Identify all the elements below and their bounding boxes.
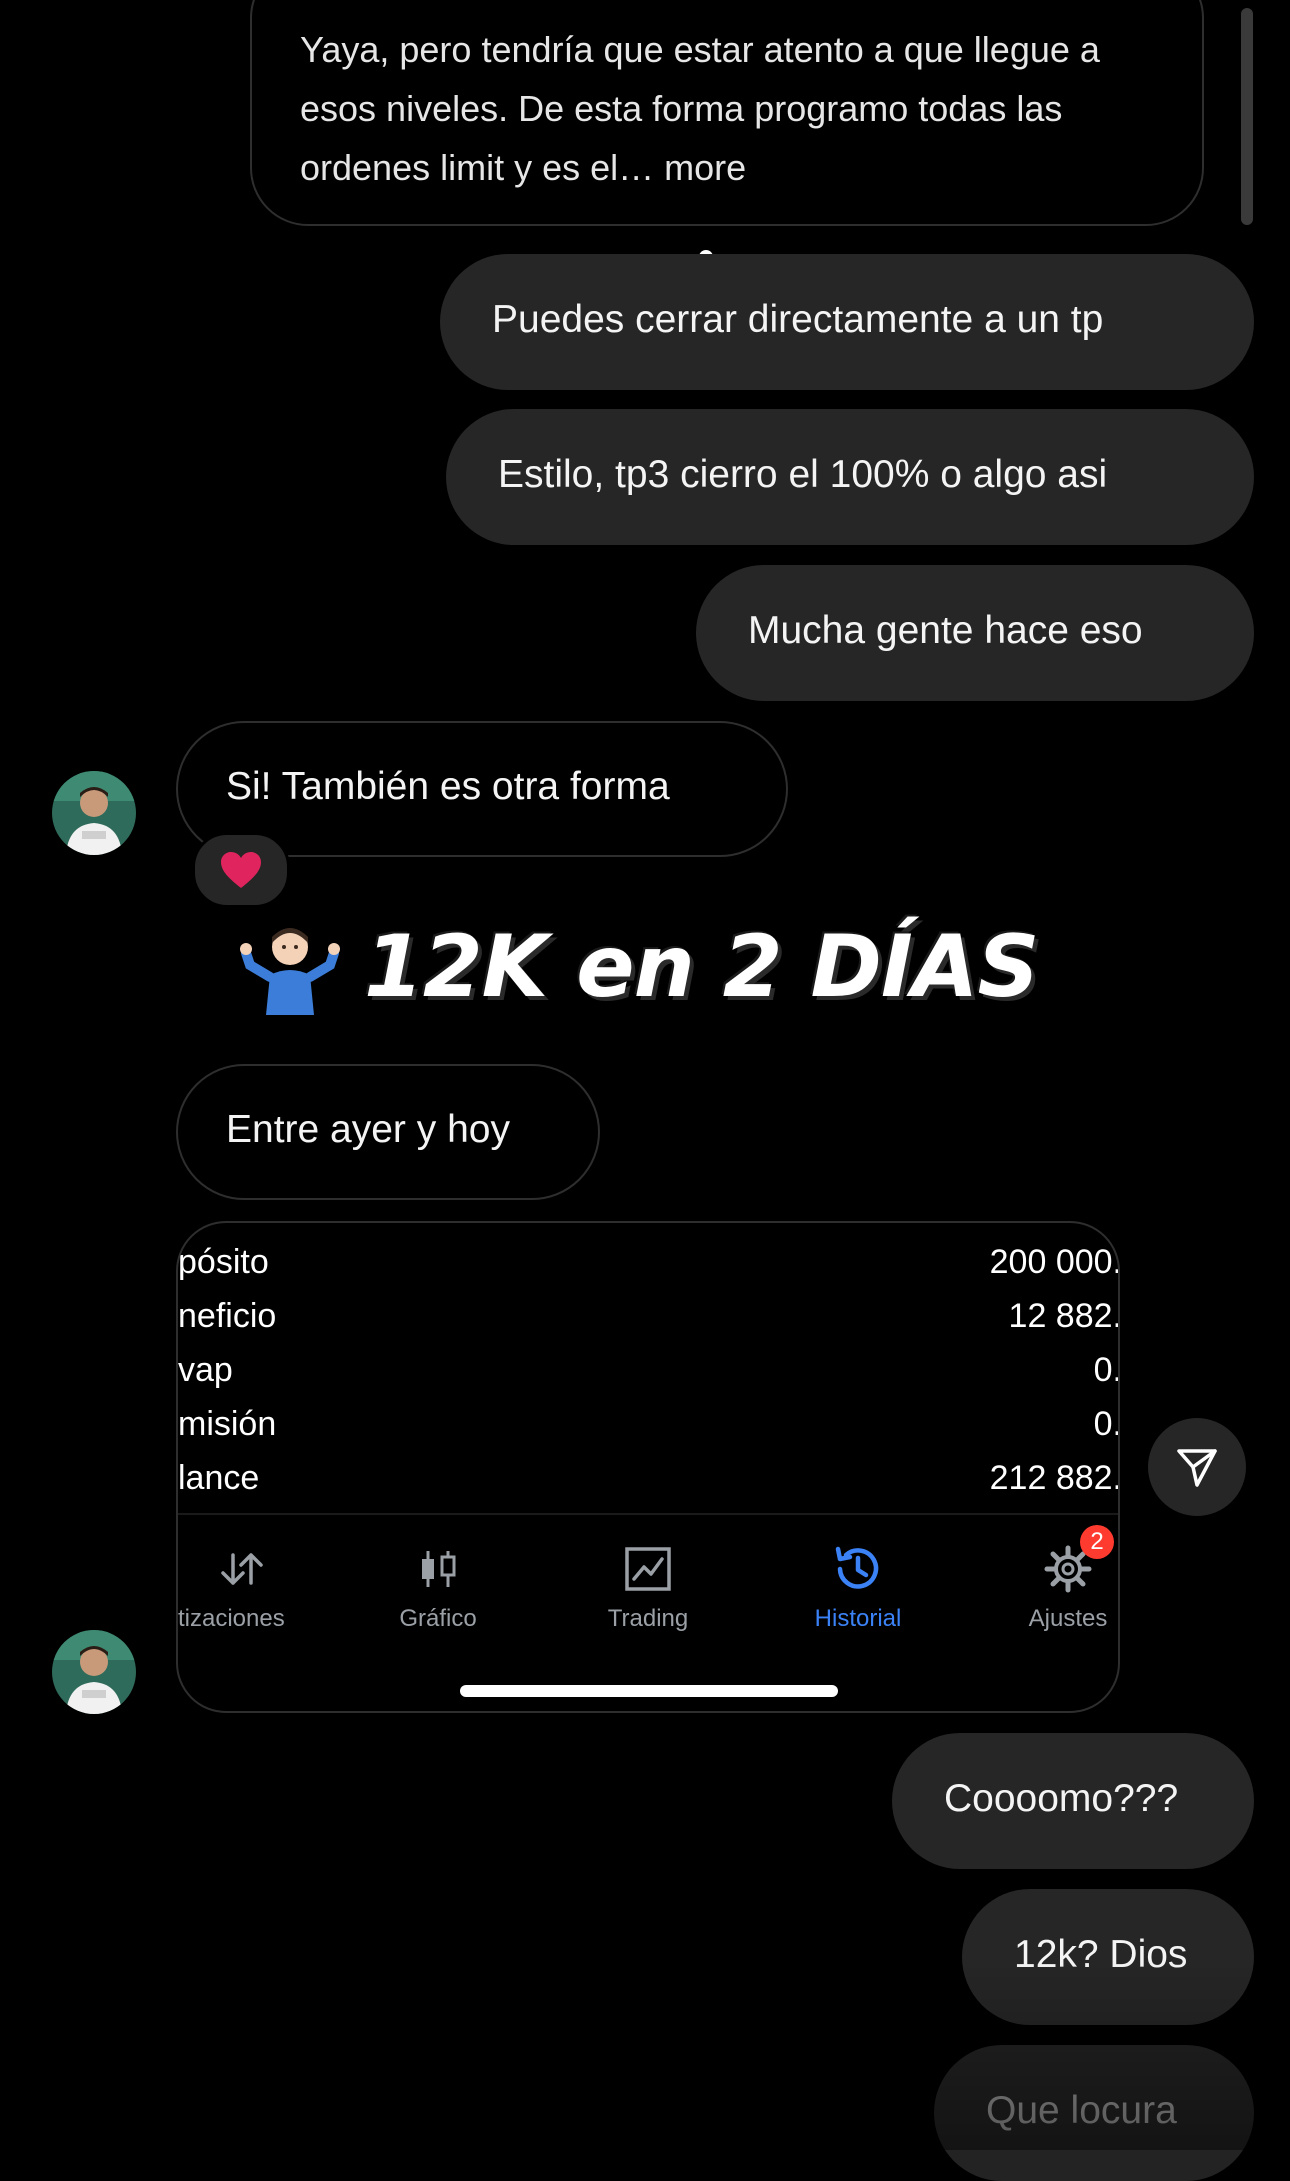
summary-row: misión 0. xyxy=(178,1397,1120,1451)
tab-grafico: Gráfico xyxy=(358,1539,518,1649)
row-label: vap xyxy=(178,1351,233,1389)
row-label: misión xyxy=(178,1405,277,1443)
scrollbar[interactable] xyxy=(1241,8,1253,225)
message-outgoing[interactable]: Coooomo??? xyxy=(892,1733,1254,1869)
tab-label: Gráfico xyxy=(399,1605,477,1632)
tab-label: Ajustes xyxy=(1028,1605,1108,1632)
row-label: neficio xyxy=(178,1297,277,1335)
tab-label: Trading xyxy=(607,1605,689,1632)
reaction-badge[interactable] xyxy=(192,832,290,908)
summary-row: lance 212 882. xyxy=(178,1451,1120,1505)
candlestick-icon xyxy=(422,1551,456,1587)
message-outgoing[interactable]: Estilo, tp3 cierro el 100% o algo asi xyxy=(446,409,1254,545)
tab-trading: Trading xyxy=(568,1539,728,1649)
tab-historial: Historial xyxy=(778,1539,938,1649)
trading-chart-icon xyxy=(625,1547,671,1591)
arrows-up-down-icon xyxy=(221,1553,263,1585)
share-button[interactable] xyxy=(1148,1418,1246,1516)
divider xyxy=(178,1513,1118,1515)
row-label: lance xyxy=(178,1459,260,1497)
tab-cotizaciones: tizaciones xyxy=(178,1539,322,1649)
summary-row: pósito 200 000. xyxy=(178,1235,1120,1289)
message-incoming[interactable]: Entre ayer y hoy xyxy=(176,1064,600,1200)
notification-badge: 2 xyxy=(1080,1525,1114,1559)
message-text: Entre ayer y hoy xyxy=(226,1108,510,1151)
tab-label: tizaciones xyxy=(178,1605,285,1632)
message-incoming-top[interactable]: Yaya, pero tendría que estar atento a qu… xyxy=(250,0,1204,226)
avatar-image xyxy=(52,1630,136,1714)
message-text: Estilo, tp3 cierro el 100% o algo asi xyxy=(498,453,1108,496)
tab-ajustes: 2 Ajustes xyxy=(988,1525,1118,1649)
message-text: 12k? Dios xyxy=(1014,1933,1188,1976)
row-value: 0. xyxy=(1093,1351,1120,1389)
row-value: 0. xyxy=(1093,1405,1120,1443)
message-outgoing[interactable]: 12k? Dios xyxy=(962,1889,1254,2025)
row-value: 12 882. xyxy=(1008,1297,1120,1335)
home-indicator xyxy=(460,1685,838,1697)
message-text: Puedes cerrar directamente a un tp xyxy=(492,298,1104,341)
heart-icon xyxy=(221,852,261,888)
message-outgoing[interactable]: Puedes cerrar directamente a un tp xyxy=(440,254,1254,390)
shared-screenshot[interactable]: pósito 200 000. neficio 12 882. vap 0. m… xyxy=(176,1221,1120,1713)
message-text: Si! También es otra forma xyxy=(226,765,670,808)
summary-row: vap 0. xyxy=(178,1343,1120,1397)
send-icon xyxy=(1177,1449,1217,1487)
history-clock-icon xyxy=(835,1546,879,1589)
overlay-caption: 12K en 2 DÍAS xyxy=(240,912,1120,1022)
row-label: pósito xyxy=(178,1243,269,1281)
message-outgoing[interactable]: Mucha gente hace eso xyxy=(696,565,1254,701)
avatar[interactable] xyxy=(52,1630,136,1714)
avatar[interactable] xyxy=(52,771,136,855)
person-shrugging-emoji xyxy=(240,928,340,1015)
message-text: Yaya, pero tendría que estar atento a qu… xyxy=(300,29,1100,188)
message-text: Que locura xyxy=(986,2089,1177,2132)
message-outgoing[interactable]: Que locura xyxy=(934,2045,1254,2181)
message-text: Coooomo??? xyxy=(944,1777,1179,1820)
message-text: Mucha gente hace eso xyxy=(748,609,1143,652)
row-value: 212 882. xyxy=(989,1459,1120,1497)
summary-row: neficio 12 882. xyxy=(178,1289,1120,1343)
caption-text: 12K en 2 DÍAS xyxy=(364,917,1039,1017)
row-value: 200 000. xyxy=(989,1243,1120,1281)
avatar-image xyxy=(52,771,136,855)
tab-label: Historial xyxy=(814,1605,902,1632)
